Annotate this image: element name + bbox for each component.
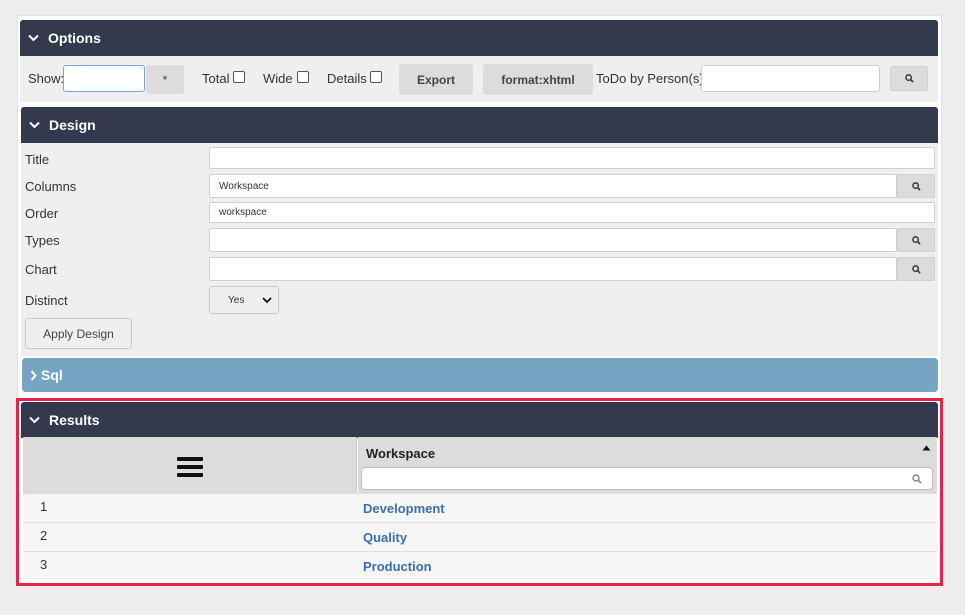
- types-label: Types: [25, 233, 60, 248]
- workspace-column-header: Workspace: [366, 446, 436, 461]
- star-button[interactable]: *: [146, 65, 184, 94]
- workspace-filter-input[interactable]: [361, 467, 933, 490]
- workspace-link[interactable]: Production: [363, 559, 432, 574]
- sort-asc-icon[interactable]: [922, 445, 931, 451]
- wide-checkbox[interactable]: [297, 71, 309, 83]
- wide-label: Wide: [263, 71, 293, 86]
- results-panel-header[interactable]: Results: [21, 402, 938, 438]
- options-panel-title: Options: [48, 30, 101, 46]
- types-search-button[interactable]: [897, 228, 935, 252]
- design-panel-header[interactable]: Design: [21, 107, 938, 143]
- search-icon: [911, 264, 921, 274]
- show-input[interactable]: [63, 65, 145, 92]
- hamburger-menu-icon[interactable]: [177, 455, 203, 479]
- table-row: 3 Production: [23, 551, 937, 580]
- chevron-down-icon: [29, 416, 45, 424]
- distinct-select[interactable]: Yes: [209, 286, 279, 314]
- details-label: Details: [327, 71, 367, 86]
- options-panel-header[interactable]: Options: [20, 20, 938, 56]
- workspace-link[interactable]: Development: [363, 501, 445, 516]
- row-number: 1: [40, 499, 48, 514]
- columns-input[interactable]: Workspace: [209, 174, 897, 198]
- chevron-down-icon: [28, 34, 44, 42]
- table-header-menu-cell[interactable]: [23, 437, 357, 493]
- chevron-down-icon: [262, 297, 272, 304]
- results-panel-title: Results: [49, 412, 100, 428]
- order-label: Order: [25, 206, 59, 221]
- todo-search-button[interactable]: [890, 66, 928, 91]
- sql-panel-title: Sql: [41, 367, 63, 383]
- distinct-label: Distinct: [25, 293, 68, 308]
- total-checkbox[interactable]: [233, 71, 245, 83]
- show-label: Show:: [28, 71, 65, 86]
- total-label: Total: [202, 71, 230, 86]
- workspace-link[interactable]: Quality: [363, 530, 407, 545]
- table-header-workspace-cell[interactable]: Workspace: [358, 437, 937, 493]
- chart-input[interactable]: [209, 257, 897, 281]
- columns-search-button[interactable]: [897, 174, 935, 198]
- todo-input[interactable]: [701, 65, 880, 92]
- sql-panel-header[interactable]: Sql: [22, 358, 938, 392]
- todo-label: ToDo by Person(s): [596, 71, 704, 86]
- row-number: 2: [40, 528, 48, 543]
- export-button[interactable]: Export: [399, 64, 473, 95]
- chart-search-button[interactable]: [897, 257, 935, 281]
- chevron-right-icon: [30, 369, 37, 381]
- table-row: 1 Development: [23, 493, 937, 522]
- columns-label: Columns: [25, 179, 77, 194]
- details-checkbox[interactable]: [370, 71, 382, 83]
- row-number: 3: [40, 557, 48, 572]
- search-icon: [911, 181, 921, 191]
- chevron-down-icon: [29, 121, 45, 129]
- design-panel-title: Design: [49, 117, 96, 133]
- chart-label: Chart: [25, 262, 57, 277]
- types-input[interactable]: [209, 228, 897, 252]
- search-icon: [912, 474, 922, 484]
- title-label: Title: [25, 152, 50, 167]
- table-row: 2 Quality: [23, 522, 937, 551]
- title-input[interactable]: [209, 147, 935, 169]
- search-icon: [911, 235, 921, 245]
- apply-design-button[interactable]: Apply Design: [25, 318, 132, 349]
- order-input[interactable]: workspace: [209, 202, 935, 223]
- search-icon: [904, 74, 914, 83]
- format-button[interactable]: format:xhtml: [483, 64, 593, 95]
